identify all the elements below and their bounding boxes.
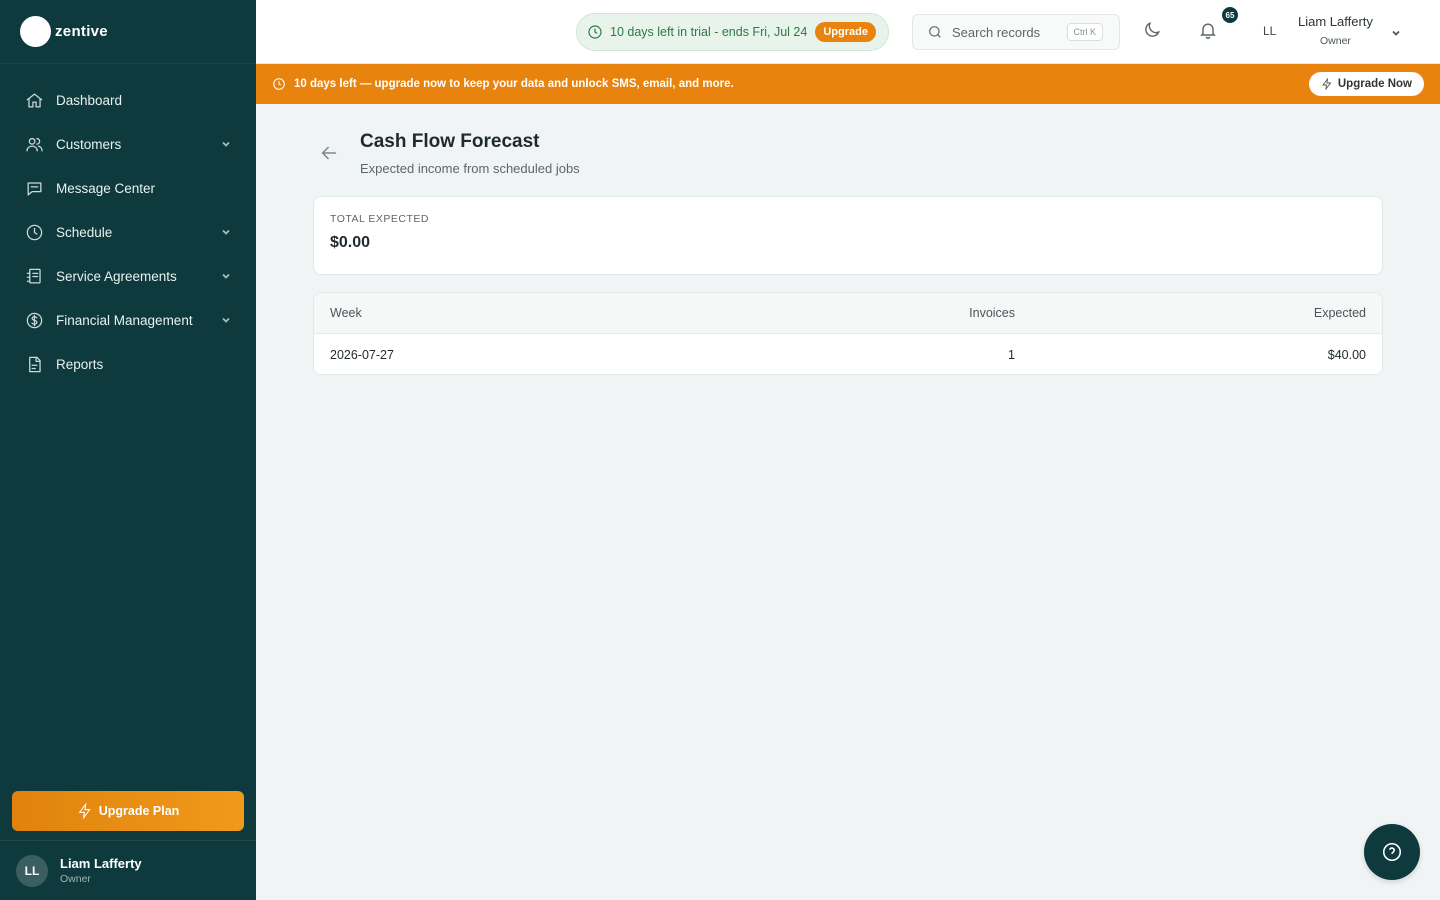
moon-icon bbox=[1145, 21, 1161, 37]
theme-toggle-button[interactable] bbox=[1142, 20, 1166, 44]
trial-text: 10 days left in trial - ends Fri, Jul 24 bbox=[610, 25, 808, 39]
forecast-table: Week Invoices Expected 2026-07-27 1 $40.… bbox=[313, 292, 1383, 375]
sidebar-item-label: Dashboard bbox=[56, 92, 123, 108]
page-subtitle: Expected income from scheduled jobs bbox=[360, 161, 580, 176]
brand-logo bbox=[20, 16, 51, 47]
upgrade-now-button[interactable]: Upgrade Now bbox=[1308, 72, 1424, 96]
search-input[interactable]: Search records Ctrl K bbox=[912, 14, 1120, 50]
brand[interactable]: zentive bbox=[0, 0, 256, 64]
agreement-icon bbox=[24, 266, 44, 286]
upgrade-banner: 10 days left — upgrade now to keep your … bbox=[256, 64, 1440, 104]
sidebar-item-financial-management[interactable]: Financial Management bbox=[0, 298, 256, 342]
back-button[interactable] bbox=[318, 142, 340, 164]
dollar-icon bbox=[24, 310, 44, 330]
lightning-icon bbox=[78, 803, 91, 819]
sidebar-item-reports[interactable]: Reports bbox=[0, 342, 256, 386]
table-header: Week Invoices Expected bbox=[314, 293, 1382, 334]
chevron-down-icon bbox=[220, 226, 232, 238]
message-icon bbox=[24, 178, 44, 198]
bell-icon bbox=[1200, 23, 1216, 39]
avatar: LL bbox=[16, 854, 48, 887]
chevron-down-icon bbox=[220, 138, 232, 150]
sidebar-user[interactable]: LL Liam Lafferty Owner bbox=[0, 840, 256, 900]
column-header-invoices[interactable]: Invoices bbox=[699, 306, 1015, 320]
lightning-icon bbox=[1321, 78, 1332, 90]
home-icon bbox=[24, 90, 44, 110]
chevron-down-icon[interactable] bbox=[1390, 26, 1402, 38]
users-icon bbox=[24, 134, 44, 154]
avatar[interactable]: LL bbox=[1263, 24, 1276, 38]
total-expected-label: TOTAL EXPECTED bbox=[330, 213, 429, 225]
trial-status-pill: 10 days left in trial - ends Fri, Jul 24… bbox=[576, 13, 889, 51]
total-expected-value: $0.00 bbox=[330, 234, 371, 251]
clock-icon bbox=[588, 25, 602, 39]
sidebar-user-name: Liam Lafferty bbox=[60, 856, 142, 871]
upgrade-now-label: Upgrade Now bbox=[1337, 78, 1412, 90]
sidebar-item-label: Reports bbox=[56, 356, 104, 372]
trial-upgrade-button[interactable]: Upgrade bbox=[815, 22, 876, 42]
search-icon bbox=[929, 26, 941, 38]
sidebar-item-schedule[interactable]: Schedule bbox=[0, 210, 256, 254]
total-expected-card: TOTAL EXPECTED $0.00 bbox=[313, 196, 1383, 275]
sidebar-item-label: Service Agreements bbox=[56, 268, 177, 284]
user-name: Liam Lafferty bbox=[1298, 14, 1373, 29]
cell-invoices: 1 bbox=[1008, 347, 1015, 362]
upgrade-plan-label: Upgrade Plan bbox=[98, 804, 180, 818]
user-role: Owner bbox=[1319, 35, 1351, 47]
sidebar-item-dashboard[interactable]: Dashboard bbox=[0, 78, 256, 122]
sidebar-item-message-center[interactable]: Message Center bbox=[0, 166, 256, 210]
page-title: Cash Flow Forecast bbox=[360, 131, 540, 152]
sidebar-item-label: Schedule bbox=[56, 224, 113, 240]
brand-name: zentive bbox=[55, 23, 108, 40]
banner-text: 10 days left — upgrade now to keep your … bbox=[294, 78, 734, 90]
chevron-down-icon bbox=[220, 314, 232, 326]
chevron-down-icon bbox=[220, 270, 232, 282]
sidebar-item-label: Customers bbox=[56, 136, 122, 152]
sidebar: zentive Dashboard Customers Message Cent… bbox=[0, 0, 256, 900]
sidebar-nav: Dashboard Customers Message Center Sched… bbox=[0, 64, 256, 386]
clock-icon bbox=[273, 78, 285, 90]
search-placeholder: Search records bbox=[952, 24, 1041, 40]
topbar: 10 days left in trial - ends Fri, Jul 24… bbox=[256, 0, 1440, 64]
sidebar-item-label: Financial Management bbox=[56, 312, 193, 328]
cell-expected: $40.00 bbox=[1327, 347, 1366, 362]
user-menu[interactable]: Liam Lafferty Owner bbox=[1298, 14, 1373, 47]
notifications-button[interactable] bbox=[1198, 20, 1222, 44]
report-icon bbox=[24, 354, 44, 374]
clock-icon bbox=[24, 222, 44, 242]
arrow-left-icon bbox=[321, 146, 337, 160]
column-header-week[interactable]: Week bbox=[314, 306, 699, 320]
column-header-expected[interactable]: Expected bbox=[1015, 306, 1382, 320]
help-button[interactable] bbox=[1364, 824, 1420, 880]
sidebar-item-customers[interactable]: Customers bbox=[0, 122, 256, 166]
notification-badge: 65 bbox=[1220, 5, 1240, 25]
upgrade-plan-button[interactable]: Upgrade Plan bbox=[12, 791, 244, 831]
sidebar-item-service-agreements[interactable]: Service Agreements bbox=[0, 254, 256, 298]
cell-week: 2026-07-27 bbox=[330, 347, 394, 362]
search-shortcut: Ctrl K bbox=[1066, 23, 1103, 41]
table-row[interactable]: 2026-07-27 1 $40.00 bbox=[314, 334, 1382, 374]
help-icon bbox=[1382, 842, 1402, 862]
sidebar-user-role: Owner bbox=[60, 873, 91, 885]
sidebar-item-label: Message Center bbox=[56, 180, 156, 196]
